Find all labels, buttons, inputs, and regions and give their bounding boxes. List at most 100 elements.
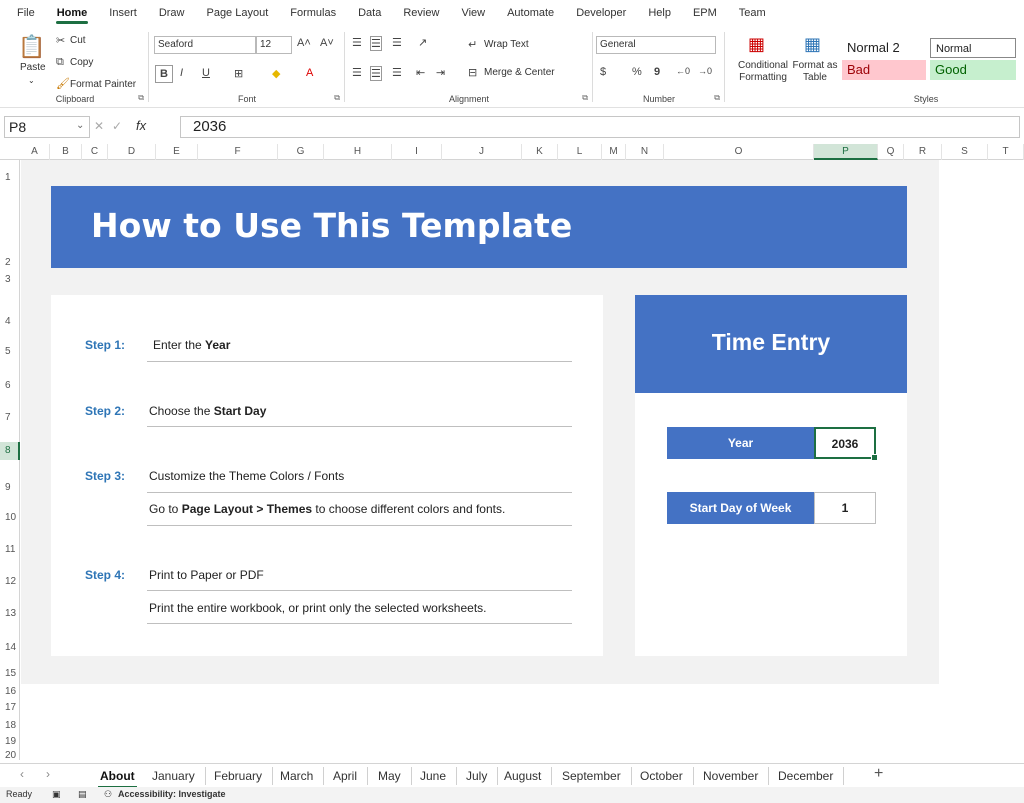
- menu-help[interactable]: Help: [637, 0, 682, 26]
- menu-formulas[interactable]: Formulas: [279, 0, 347, 26]
- menu-epm[interactable]: EPM: [682, 0, 728, 26]
- format-painter-button[interactable]: Format Painter: [70, 79, 136, 90]
- tab-march[interactable]: March: [270, 767, 325, 785]
- row-header-3[interactable]: 3: [0, 274, 20, 286]
- borders-icon[interactable]: ⊞: [234, 67, 243, 80]
- row-header-7[interactable]: 7: [0, 412, 20, 424]
- conditional-formatting-icon[interactable]: ▦: [748, 34, 765, 55]
- row-header-16[interactable]: 16: [0, 686, 20, 698]
- decrease-indent-icon[interactable]: ⇤: [416, 66, 425, 79]
- menu-view[interactable]: View: [450, 0, 496, 26]
- column-header-g[interactable]: G: [278, 144, 324, 160]
- menu-automate[interactable]: Automate: [496, 0, 565, 26]
- tab-february[interactable]: February: [204, 767, 274, 785]
- tab-may[interactable]: May: [368, 767, 412, 785]
- row-header-11[interactable]: 11: [0, 544, 20, 556]
- step-2-text[interactable]: Choose the Start Day: [149, 404, 266, 418]
- column-header-h[interactable]: H: [324, 144, 392, 160]
- row-header-10[interactable]: 10: [0, 512, 20, 524]
- tab-about[interactable]: About: [90, 767, 145, 788]
- row-header-13[interactable]: 13: [0, 608, 20, 620]
- tab-november[interactable]: November: [693, 767, 770, 785]
- format-painter-icon[interactable]: 🖌: [56, 77, 70, 90]
- row-header-6[interactable]: 6: [0, 380, 20, 392]
- merge-center-button[interactable]: Merge & Center: [484, 67, 555, 78]
- menu-home[interactable]: Home: [46, 0, 99, 26]
- menu-file[interactable]: File: [6, 0, 46, 26]
- step-3-subtext[interactable]: Go to Page Layout > Themes to choose dif…: [149, 502, 505, 516]
- row-header-5[interactable]: 5: [0, 346, 20, 358]
- tab-september[interactable]: September: [552, 767, 632, 785]
- function-icon[interactable]: fx: [136, 118, 146, 133]
- row-header-9[interactable]: 9: [0, 482, 20, 494]
- tab-july[interactable]: July: [456, 767, 499, 785]
- merge-icon[interactable]: ⊟: [468, 66, 477, 79]
- style-normal2[interactable]: Normal 2: [842, 38, 926, 58]
- tab-june[interactable]: June: [410, 767, 458, 785]
- column-header-j[interactable]: J: [442, 144, 522, 160]
- comma-button[interactable]: 9: [654, 66, 660, 78]
- row-header-17[interactable]: 17: [0, 702, 20, 714]
- style-bad[interactable]: Bad: [842, 60, 926, 80]
- format-table-icon[interactable]: ▦: [804, 34, 821, 55]
- step-1-text[interactable]: Enter the Year: [153, 338, 230, 352]
- cancel-icon[interactable]: ✕: [94, 119, 104, 133]
- row-header-4[interactable]: 4: [0, 316, 20, 328]
- menu-review[interactable]: Review: [392, 0, 450, 26]
- decrease-decimal-icon[interactable]: →0: [698, 66, 712, 76]
- column-header-q[interactable]: Q: [878, 144, 904, 160]
- confirm-icon[interactable]: ✓: [112, 119, 122, 133]
- accessibility-icon[interactable]: ⚇: [104, 789, 112, 800]
- fill-color-icon[interactable]: ◆: [272, 67, 280, 80]
- tab-scroll-right-icon[interactable]: ›: [46, 767, 50, 781]
- column-header-s[interactable]: S: [942, 144, 988, 160]
- start-day-input[interactable]: 1: [814, 492, 876, 524]
- align-center-icon[interactable]: ☰: [370, 66, 382, 81]
- increase-indent-icon[interactable]: ⇥: [436, 66, 445, 79]
- tab-august[interactable]: August: [494, 767, 553, 785]
- column-header-t[interactable]: T: [988, 144, 1024, 160]
- currency-button[interactable]: $: [600, 66, 606, 78]
- step-4-text[interactable]: Print to Paper or PDF: [149, 568, 264, 582]
- tab-april[interactable]: April: [323, 767, 369, 785]
- row-header-2[interactable]: 2: [0, 257, 20, 269]
- row-header-8[interactable]: 8: [0, 442, 20, 460]
- menu-insert[interactable]: Insert: [98, 0, 148, 26]
- row-header-18[interactable]: 18: [0, 720, 20, 732]
- italic-button[interactable]: I: [180, 67, 183, 79]
- increase-font-icon[interactable]: A˄: [297, 37, 311, 49]
- alignment-launcher-icon[interactable]: ⧉: [582, 93, 588, 103]
- copy-icon[interactable]: ⧉: [56, 56, 64, 69]
- column-header-a[interactable]: A: [20, 144, 50, 160]
- column-header-i[interactable]: I: [392, 144, 442, 160]
- wrap-text-button[interactable]: Wrap Text: [484, 39, 529, 50]
- paste-button[interactable]: Paste: [20, 62, 46, 73]
- bold-button[interactable]: B: [155, 65, 173, 83]
- row-header-1[interactable]: 1: [0, 172, 20, 184]
- wrap-text-icon[interactable]: ↵: [468, 38, 477, 51]
- view-icon[interactable]: ▤: [78, 789, 87, 800]
- style-good[interactable]: Good: [930, 60, 1016, 80]
- clipboard-launcher-icon[interactable]: ⧉: [138, 93, 144, 103]
- column-header-d[interactable]: D: [108, 144, 156, 160]
- font-launcher-icon[interactable]: ⧉: [334, 93, 340, 103]
- step-4-subtext[interactable]: Print the entire workbook, or print only…: [149, 601, 487, 615]
- underline-button[interactable]: U: [202, 67, 210, 79]
- percent-button[interactable]: %: [632, 66, 642, 78]
- align-middle-icon[interactable]: ☰: [370, 36, 382, 51]
- formula-input[interactable]: 2036: [180, 116, 1020, 138]
- format-table-button[interactable]: Format as Table: [792, 60, 838, 84]
- align-bottom-icon[interactable]: ☰: [392, 36, 402, 49]
- column-header-l[interactable]: L: [558, 144, 602, 160]
- column-header-p[interactable]: P: [814, 144, 878, 160]
- accessibility-status[interactable]: Accessibility: Investigate: [118, 789, 226, 799]
- menu-page-layout[interactable]: Page Layout: [195, 0, 279, 26]
- tab-october[interactable]: October: [630, 767, 694, 785]
- column-header-n[interactable]: N: [626, 144, 664, 160]
- align-right-icon[interactable]: ☰: [392, 66, 402, 79]
- cut-button[interactable]: Cut: [70, 35, 86, 46]
- paste-icon[interactable]: 📋: [18, 34, 46, 60]
- tab-december[interactable]: December: [768, 767, 845, 785]
- decrease-font-icon[interactable]: A˅: [320, 37, 334, 49]
- column-header-b[interactable]: B: [50, 144, 82, 160]
